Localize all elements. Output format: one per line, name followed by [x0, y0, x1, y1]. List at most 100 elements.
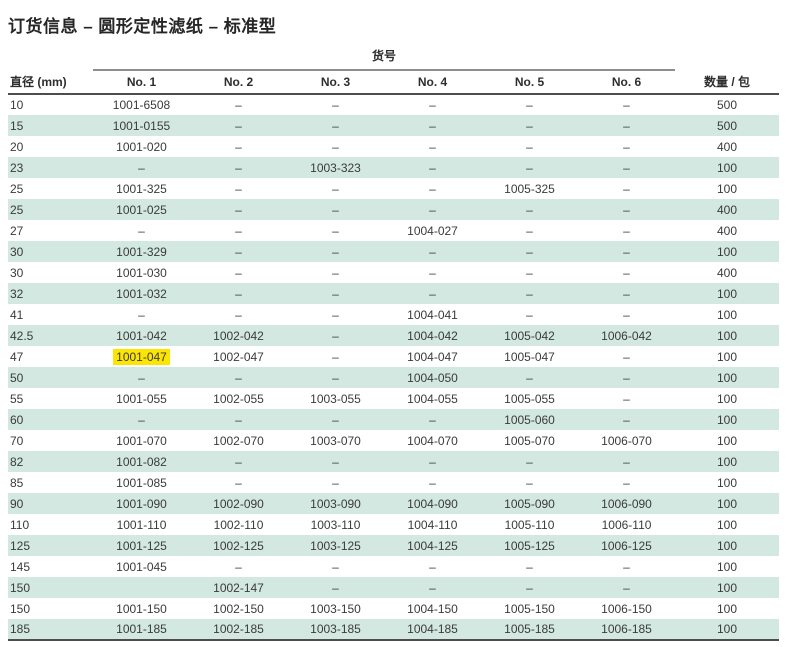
qty-per-pack-cell: 100	[675, 409, 779, 430]
table-row: 1251001-1251002-1251003-1251004-1251005-…	[8, 535, 779, 556]
qty-per-pack-cell: 100	[675, 388, 779, 409]
catalog-number-cell: –	[287, 178, 384, 199]
qty-per-pack-cell: 100	[675, 493, 779, 514]
diameter-cell: 25	[8, 199, 93, 220]
catalog-number-cell: –	[287, 136, 384, 157]
catalog-number-cell: 1002-150	[190, 598, 287, 619]
catalog-number-cell: 1005-185	[481, 619, 578, 640]
catalog-number-cell: 1002-090	[190, 493, 287, 514]
page-title: 订货信息 – 圆形定性滤纸 – 标准型	[8, 12, 779, 37]
catalog-number-cell: –	[287, 367, 384, 388]
catalog-number-cell: 1004-070	[384, 430, 481, 451]
catalog-number-cell: 1005-055	[481, 388, 578, 409]
catalog-number-cell: 1003-055	[287, 388, 384, 409]
diameter-cell: 30	[8, 241, 93, 262]
catalog-number-cell: –	[481, 199, 578, 220]
qty-per-pack-cell: 100	[675, 157, 779, 178]
diameter-cell: 70	[8, 430, 93, 451]
catalog-number-cell: –	[481, 451, 578, 472]
catalog-number-cell: 1002-185	[190, 619, 287, 640]
catalog-number-cell: 1006-042	[578, 325, 675, 346]
catalog-number-cell: –	[578, 388, 675, 409]
table-row: 251001-325–––1005-325–100	[8, 178, 779, 199]
catalog-number-cell: –	[578, 157, 675, 178]
catalog-number-cell: 1001-325	[93, 178, 190, 199]
catalog-number-cell: 1001-329	[93, 241, 190, 262]
catalog-number-cell: 1005-060	[481, 409, 578, 430]
table-body: 101001-6508–––––500151001-0155–––––50020…	[8, 94, 779, 640]
catalog-number-cell: 1004-110	[384, 514, 481, 535]
catalog-number-cell: –	[384, 115, 481, 136]
table-row: 151001-0155–––––500	[8, 115, 779, 136]
catalog-number-cell: –	[384, 262, 481, 283]
catalog-number-cell: –	[93, 220, 190, 241]
column-header-no2: No. 2	[190, 70, 287, 94]
qty-per-pack-cell: 100	[675, 283, 779, 304]
catalog-number-cell: –	[384, 178, 481, 199]
table-row: 551001-0551002-0551003-0551004-0551005-0…	[8, 388, 779, 409]
qty-per-pack-cell: 100	[675, 178, 779, 199]
catalog-number-cell: 1006-110	[578, 514, 675, 535]
catalog-number-cell: 1006-150	[578, 598, 675, 619]
column-header-no6: No. 6	[578, 70, 675, 94]
catalog-number-cell: –	[384, 472, 481, 493]
catalog-number-cell: –	[287, 325, 384, 346]
diameter-cell: 41	[8, 304, 93, 325]
table-row: 1501002-147––––100	[8, 577, 779, 598]
diameter-cell: 55	[8, 388, 93, 409]
catalog-number-cell: –	[287, 451, 384, 472]
diameter-cell: 150	[8, 598, 93, 619]
column-header-diameter: 直径 (mm)	[8, 70, 93, 94]
catalog-number-cell: 1003-110	[287, 514, 384, 535]
table-row: 301001-030–––––400	[8, 262, 779, 283]
catalog-number-cell: –	[190, 220, 287, 241]
table-row: 1101001-1101002-1101003-1101004-1101005-…	[8, 514, 779, 535]
catalog-number-cell: –	[287, 556, 384, 577]
catalog-number-cell: –	[287, 346, 384, 367]
diameter-cell: 23	[8, 157, 93, 178]
catalog-number-cell: –	[578, 577, 675, 598]
table-row: 821001-082–––––100	[8, 451, 779, 472]
qty-per-pack-cell: 500	[675, 94, 779, 115]
catalog-number-cell: 1005-042	[481, 325, 578, 346]
catalog-number-cell: 1001-055	[93, 388, 190, 409]
catalog-number-cell: 1004-042	[384, 325, 481, 346]
table-row: 1501001-1501002-1501003-1501004-1501005-…	[8, 598, 779, 619]
catalog-number-cell: 1001-070	[93, 430, 190, 451]
catalog-number-cell: 1005-110	[481, 514, 578, 535]
catalog-number-cell: –	[287, 199, 384, 220]
catalog-number-cell: –	[190, 199, 287, 220]
catalog-number-cell: 1001-025	[93, 199, 190, 220]
catalog-number-cell: 1005-090	[481, 493, 578, 514]
qty-per-pack-cell: 100	[675, 304, 779, 325]
diameter-cell: 60	[8, 409, 93, 430]
catalog-number-cell: 1003-070	[287, 430, 384, 451]
catalog-number-cell: 1001-030	[93, 262, 190, 283]
qty-per-pack-cell: 100	[675, 346, 779, 367]
catalog-number-cell: –	[481, 472, 578, 493]
catalog-number-cell: 1001-082	[93, 451, 190, 472]
qty-per-pack-cell: 100	[675, 430, 779, 451]
diameter-cell: 25	[8, 178, 93, 199]
table-header: 货号 直径 (mm) No. 1 No. 2 No. 3 No. 4 No. 5…	[8, 47, 779, 94]
catalog-number-cell: –	[481, 367, 578, 388]
catalog-number-cell: 1001-020	[93, 136, 190, 157]
table-row: 1851001-1851002-1851003-1851004-1851005-…	[8, 619, 779, 640]
catalog-number-cell: 1002-055	[190, 388, 287, 409]
catalog-number-cell: –	[384, 577, 481, 598]
catalog-number-cell: –	[190, 178, 287, 199]
catalog-number-cell: –	[287, 304, 384, 325]
diameter-cell: 30	[8, 262, 93, 283]
catalog-number-cell: 1004-185	[384, 619, 481, 640]
table-row: 41–––1004-041––100	[8, 304, 779, 325]
catalog-number-cell: –	[384, 136, 481, 157]
catalog-number-cell: –	[481, 136, 578, 157]
catalog-number-cell: 1001-110	[93, 514, 190, 535]
catalog-number-cell: –	[190, 367, 287, 388]
table-row: 201001-020–––––400	[8, 136, 779, 157]
qty-per-pack-cell: 400	[675, 262, 779, 283]
catalog-number-cell: 1005-070	[481, 430, 578, 451]
catalog-number-cell: 1001-042	[93, 325, 190, 346]
catalog-number-cell: –	[481, 577, 578, 598]
table-row: 471001-0471002-047–1004-0471005-047–100	[8, 346, 779, 367]
